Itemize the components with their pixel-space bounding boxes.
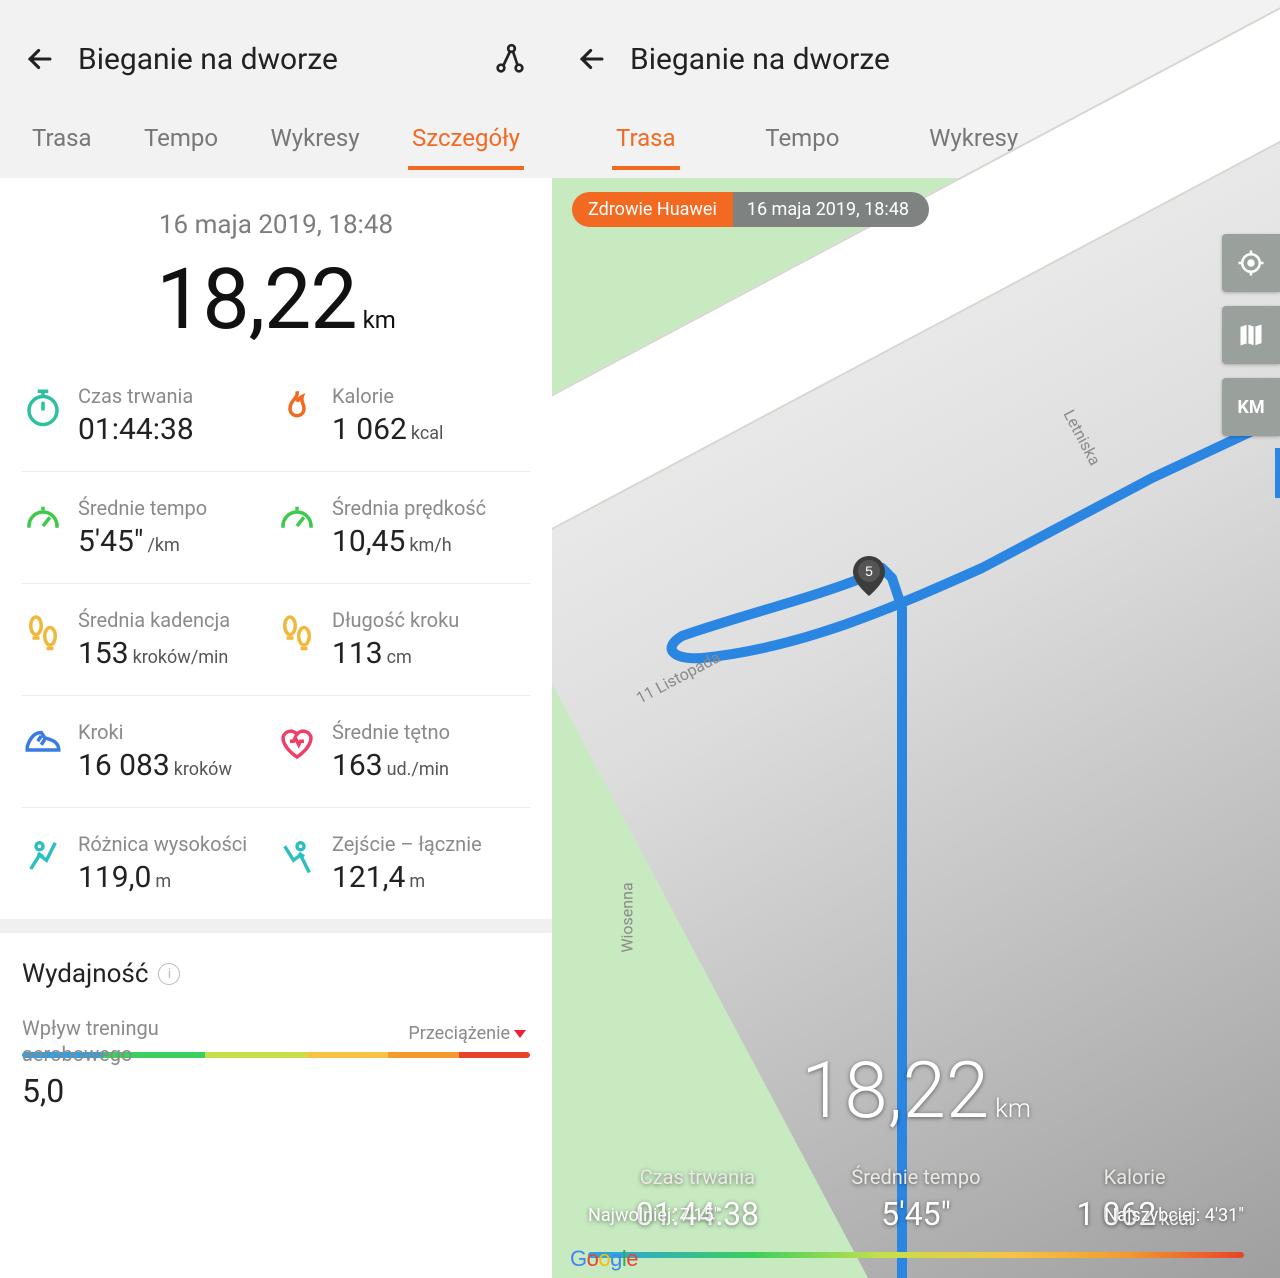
km-toggle-button[interactable]: KM xyxy=(1222,378,1280,436)
activity-datetime: 16 maja 2019, 18:48 xyxy=(0,210,552,240)
metric-row: Średnie tempo 5'45"/km Średnia prędkość … xyxy=(22,472,530,584)
metric-gauge: Średnia prędkość 10,45km/h xyxy=(276,496,530,559)
metric-gauge: Średnie tempo 5'45"/km xyxy=(22,496,276,559)
locate-button[interactable] xyxy=(1222,234,1280,292)
km-marker[interactable]: 5 xyxy=(852,556,886,596)
metric-ascent: Różnica wysokości 119,0m xyxy=(22,832,276,895)
metric-row: Różnica wysokości 119,0m Zejście – łączn… xyxy=(22,808,530,919)
tab-trasa[interactable]: Trasa xyxy=(612,118,680,170)
metric-footsteps: Średnia kadencja 153kroków/min xyxy=(22,608,276,671)
metric-label: Średnia kadencja xyxy=(78,608,230,632)
tab-trasa[interactable]: Trasa xyxy=(28,118,96,170)
slowest-label: Najwolniej: 7'15" xyxy=(588,1205,719,1226)
gauge-icon xyxy=(22,498,64,540)
map[interactable]: 5 Letniska 11 Listopada Wiosenna Zdrowie… xyxy=(552,178,1280,1278)
metric-label: Długość kroku xyxy=(332,608,459,632)
tabs: Trasa Tempo Wykresy Szczegóły xyxy=(20,118,532,178)
svg-text:5: 5 xyxy=(865,563,873,579)
metric-label: Średnie tętno xyxy=(332,720,450,744)
details-pane: Bieganie na dworze Trasa Tempo Wykresy S… xyxy=(0,0,552,1278)
tab-wykresy[interactable]: Wykresy xyxy=(266,118,363,170)
map-overlay-stats: 18,22km Czas trwania 01:44:38Średnie tem… xyxy=(552,1053,1280,1278)
shoe-icon xyxy=(22,722,64,764)
metric-label: Średnia prędkość xyxy=(332,496,486,520)
metric-label: Kalorie xyxy=(332,384,443,408)
overlay-stat: Średnie tempo 5'45" xyxy=(807,1165,1026,1233)
section-divider xyxy=(0,919,552,933)
info-icon[interactable]: i xyxy=(158,963,180,985)
metric-value: 163ud./min xyxy=(332,748,450,783)
page-title: Bieganie na dworze xyxy=(60,42,488,77)
tab-tempo[interactable]: Tempo xyxy=(140,118,222,170)
performance-title: Wydajność i xyxy=(22,959,530,989)
flame-icon xyxy=(276,386,318,428)
stopwatch-icon xyxy=(22,386,64,428)
metric-value: 5'45"/km xyxy=(78,524,207,559)
hero-summary: 16 maja 2019, 18:48 18,22km xyxy=(0,178,552,360)
aerobic-value: 5,0 xyxy=(22,1072,530,1110)
map-type-button[interactable] xyxy=(1222,306,1280,364)
metric-label: Różnica wysokości xyxy=(78,832,247,856)
metric-value: 119,0m xyxy=(78,860,247,895)
descent-icon xyxy=(276,834,318,876)
metric-value: 01:44:38 xyxy=(78,412,198,447)
fastest-label: Najszybciej: 4'31" xyxy=(1104,1205,1244,1226)
overlay-distance: 18,22km xyxy=(588,1053,1244,1131)
metric-heart: Średnie tętno 163ud./min xyxy=(276,720,530,783)
map-datetime: 16 maja 2019, 18:48 xyxy=(733,192,929,227)
back-button[interactable] xyxy=(572,39,612,79)
stat-label: Kalorie xyxy=(1025,1165,1244,1189)
stat-label: Czas trwania xyxy=(588,1165,807,1189)
pace-gradient-bar xyxy=(588,1252,1244,1258)
metric-value: 113cm xyxy=(332,636,459,671)
metric-stopwatch: Czas trwania 01:44:38 xyxy=(22,384,276,447)
header: Bieganie na dworze Trasa Tempo Wykresy S… xyxy=(0,0,552,178)
street-label: Wiosenna xyxy=(618,882,637,952)
ascent-icon xyxy=(22,834,64,876)
metric-label: Średnie tempo xyxy=(78,496,207,520)
metric-value: 1 062kcal xyxy=(332,412,443,447)
map-attribution: Google xyxy=(570,1246,638,1272)
page-title: Bieganie na dworze xyxy=(612,42,1216,77)
back-button[interactable] xyxy=(20,39,60,79)
metric-shoe: Kroki 16 083kroków xyxy=(22,720,276,783)
heart-icon xyxy=(276,722,318,764)
share-route-button[interactable] xyxy=(488,37,532,81)
metric-row: Czas trwania 01:44:38 Kalorie 1 062kcal xyxy=(22,360,530,472)
footsteps-icon xyxy=(276,610,318,652)
metrics-grid: Czas trwania 01:44:38 Kalorie 1 062kcal … xyxy=(0,360,552,919)
activity-distance: 18,22km xyxy=(0,258,552,342)
metric-descent: Zejście – łącznie 121,4m xyxy=(276,832,530,895)
map-pane: Bieganie na dworze Trasa Tempo Wykresy S… xyxy=(552,0,1280,1278)
source-badge: Zdrowie Huawei xyxy=(572,192,733,227)
stat-label: Średnie tempo xyxy=(807,1165,1026,1189)
map-controls: KM xyxy=(1222,234,1280,436)
details-body: 16 maja 2019, 18:48 18,22km Czas trwania… xyxy=(0,178,552,1110)
footsteps-icon xyxy=(22,610,64,652)
metric-flame: Kalorie 1 062kcal xyxy=(276,384,530,447)
metric-label: Zejście – łącznie xyxy=(332,832,482,856)
metric-label: Kroki xyxy=(78,720,232,744)
tab-tempo[interactable]: Tempo xyxy=(761,118,843,170)
map-badge-row: Zdrowie Huawei 16 maja 2019, 18:48 xyxy=(572,192,929,227)
metric-label: Czas trwania xyxy=(78,384,198,408)
performance-section: Wydajność i Wpływ treninguaerobowego Prz… xyxy=(0,933,552,1110)
metric-value: 10,45km/h xyxy=(332,524,486,559)
tab-szczegoly[interactable]: Szczegóły xyxy=(408,118,524,170)
metric-value: 121,4m xyxy=(332,860,482,895)
metric-value: 153kroków/min xyxy=(78,636,230,671)
stat-value: 5'45" xyxy=(807,1195,1026,1233)
metric-row: Kroki 16 083kroków Średnie tętno 163ud./… xyxy=(22,696,530,808)
gauge-icon xyxy=(276,498,318,540)
metric-footsteps: Długość kroku 113cm xyxy=(276,608,530,671)
metric-value: 16 083kroków xyxy=(78,748,232,783)
metric-row: Średnia kadencja 153kroków/min Długość k… xyxy=(22,584,530,696)
